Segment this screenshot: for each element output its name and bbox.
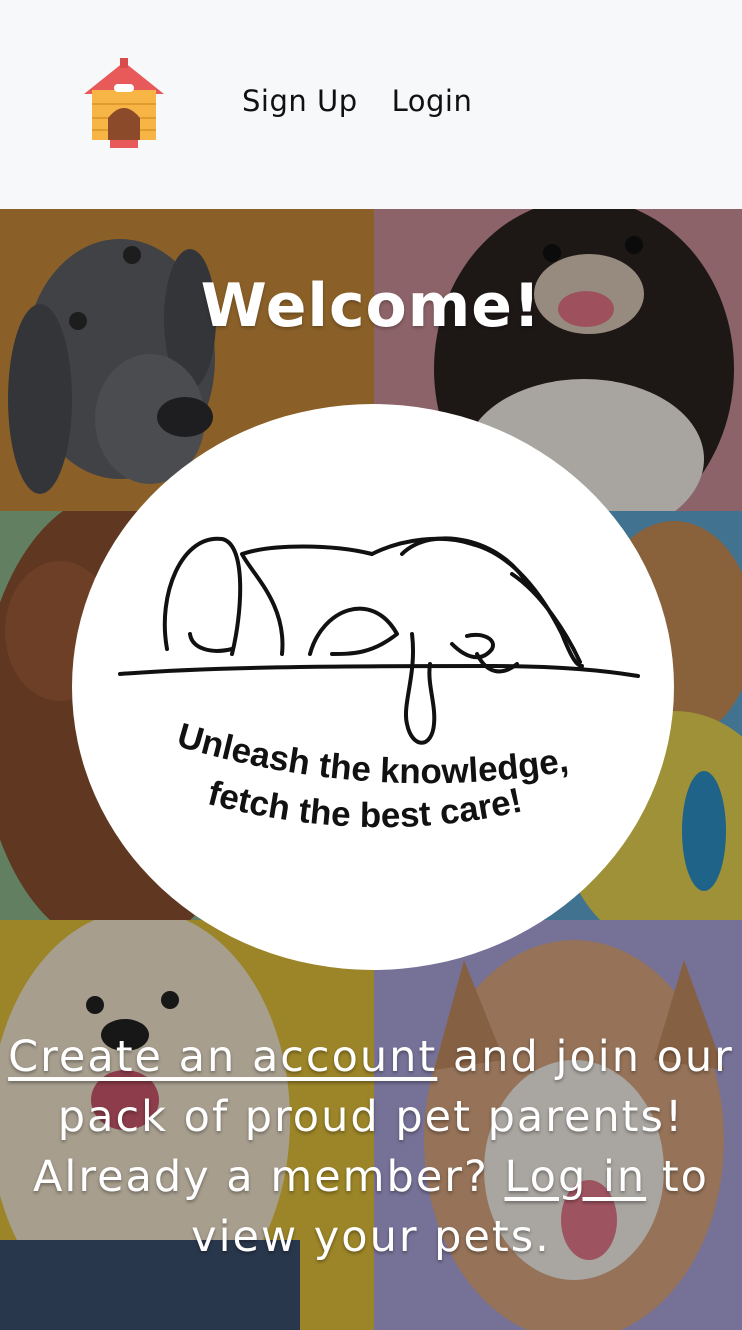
nav-login-link[interactable]: Login <box>392 84 473 118</box>
dog-line-art-icon <box>118 536 640 745</box>
login-link[interactable]: Log in <box>504 1152 646 1202</box>
cta-paragraph: Create an account and join our pack of p… <box>8 1027 734 1267</box>
create-account-link[interactable]: Create an account <box>8 1032 437 1082</box>
slogan-badge: Unleash the knowledge, fetch the best ca… <box>72 404 674 970</box>
nav-sign-up-link[interactable]: Sign Up <box>242 84 358 118</box>
welcome-heading: Welcome! <box>200 271 542 341</box>
dog-house-icon[interactable] <box>80 58 168 150</box>
hero-section: Welcome! Unleash the knowledge, fetch th… <box>0 209 742 1330</box>
nav-links: Sign Up Login <box>242 84 472 118</box>
navbar: Sign Up Login <box>0 0 742 209</box>
